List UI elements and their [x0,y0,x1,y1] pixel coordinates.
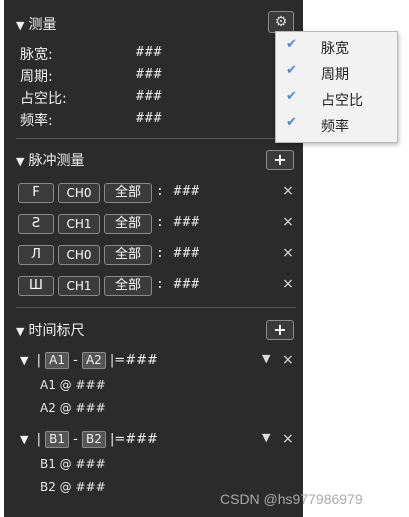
pulse-row: Л CH0 全部 : ### × [18,245,296,265]
pin-icon[interactable]: ▼ [262,431,270,444]
divider [16,307,296,308]
divider [16,138,296,139]
cursor-pair-header: ▼ | B1 - B2 |=### ▼ × [20,431,294,448]
watermark: CSDN @hs977986979 [220,491,363,507]
negative-pulse-icon[interactable]: Ш [18,276,54,296]
measure-label-width: 脉宽: [20,47,53,63]
cursor-position: A2 @ ### [40,401,106,415]
cursor-tag[interactable]: A1 [45,352,69,369]
pin-icon[interactable]: ▼ [262,352,270,365]
menu-item-width[interactable]: ✔ 脉宽 [276,34,397,60]
channel-button[interactable]: CH1 [58,276,100,296]
collapse-triangle-icon: ▼ [16,19,25,32]
pulse-row: Ƨ CH1 全部 : ### × [18,214,296,234]
check-icon: ✔ [286,63,297,78]
measure-label-duty: 占空比: [20,91,67,107]
measure-label-freq: 频率: [20,113,53,129]
pulse-title: 脉冲测量 [28,153,85,169]
cursor-diff: |=### [109,432,158,447]
menu-item-label: 频率 [321,119,349,135]
collapse-triangle-icon[interactable]: ▼ [20,354,28,367]
remove-icon[interactable]: × [280,276,296,292]
channel-button[interactable]: CH0 [58,245,100,265]
falling-edge-icon[interactable]: Ƨ [18,214,54,234]
cursor-tag[interactable]: B1 [45,431,69,448]
cursor-position: A1 @ ### [40,378,106,392]
pulse-row: Ш CH1 全部 : ### × [18,276,296,296]
cursor-tag[interactable]: B2 [81,431,106,448]
menu-item-label: 占空比 [321,93,363,109]
remove-icon[interactable]: × [280,245,296,261]
add-cursor-button[interactable]: + [266,320,294,340]
channel-button[interactable]: CH0 [58,183,100,203]
scope-button[interactable]: 全部 [104,214,152,234]
measure-value-width: ### [136,45,163,60]
timeline-title: 时间标尺 [28,323,85,339]
add-pulse-button[interactable]: + [266,150,294,170]
remove-icon[interactable]: × [280,183,296,199]
menu-item-period[interactable]: ✔ 周期 [276,60,397,86]
remove-icon[interactable]: × [280,214,296,230]
measure-title: 测量 [28,17,57,33]
collapse-triangle-icon: ▼ [16,155,25,168]
cursor-pair-header: ▼ | A1 - A2 |=### ▼ × [20,352,294,369]
pulse-value: : ### [156,246,201,261]
timeline-section-header[interactable]: ▼ 时间标尺 [16,320,84,340]
menu-item-freq[interactable]: ✔ 频率 [276,112,397,138]
menu-item-label: 脉宽 [321,41,349,57]
pulse-value: : ### [156,184,201,199]
side-panel: ▼ 测量 ⚙ 脉宽: ### 周期: ### 占空比: ### 频率: ### ▼… [4,0,303,517]
measure-label-period: 周期: [20,69,53,85]
scope-button[interactable]: 全部 [104,276,152,296]
positive-pulse-icon[interactable]: Л [18,245,54,265]
scope-button[interactable]: 全部 [104,245,152,265]
pulse-value: : ### [156,215,201,230]
measure-value-duty: ### [136,89,163,104]
measure-section-header[interactable]: ▼ 测量 [16,14,56,34]
check-icon: ✔ [286,37,297,52]
menu-item-label: 周期 [321,67,349,83]
cursor-position: B2 @ ### [40,480,106,494]
gear-icon[interactable]: ⚙ [268,11,294,33]
measure-value-period: ### [136,67,163,82]
check-icon: ✔ [286,115,297,130]
check-icon: ✔ [286,89,297,104]
measure-value-freq: ### [136,111,163,126]
channel-button[interactable]: CH1 [58,214,100,234]
collapse-triangle-icon[interactable]: ▼ [20,433,28,446]
remove-icon[interactable]: × [282,352,294,368]
remove-icon[interactable]: × [282,431,294,447]
pulse-value: : ### [156,277,201,292]
measure-options-menu: ✔ 脉宽 ✔ 周期 ✔ 占空比 ✔ 频率 [275,31,398,143]
rising-edge-icon[interactable]: F [18,183,54,203]
pulse-section-header[interactable]: ▼ 脉冲测量 [16,150,84,170]
cursor-tag[interactable]: A2 [81,352,106,369]
scope-button[interactable]: 全部 [104,183,152,203]
cursor-position: B1 @ ### [40,457,106,471]
cursor-diff: |=### [109,353,158,368]
pulse-row: F CH0 全部 : ### × [18,183,296,203]
menu-item-duty[interactable]: ✔ 占空比 [276,86,397,112]
collapse-triangle-icon: ▼ [16,325,25,338]
